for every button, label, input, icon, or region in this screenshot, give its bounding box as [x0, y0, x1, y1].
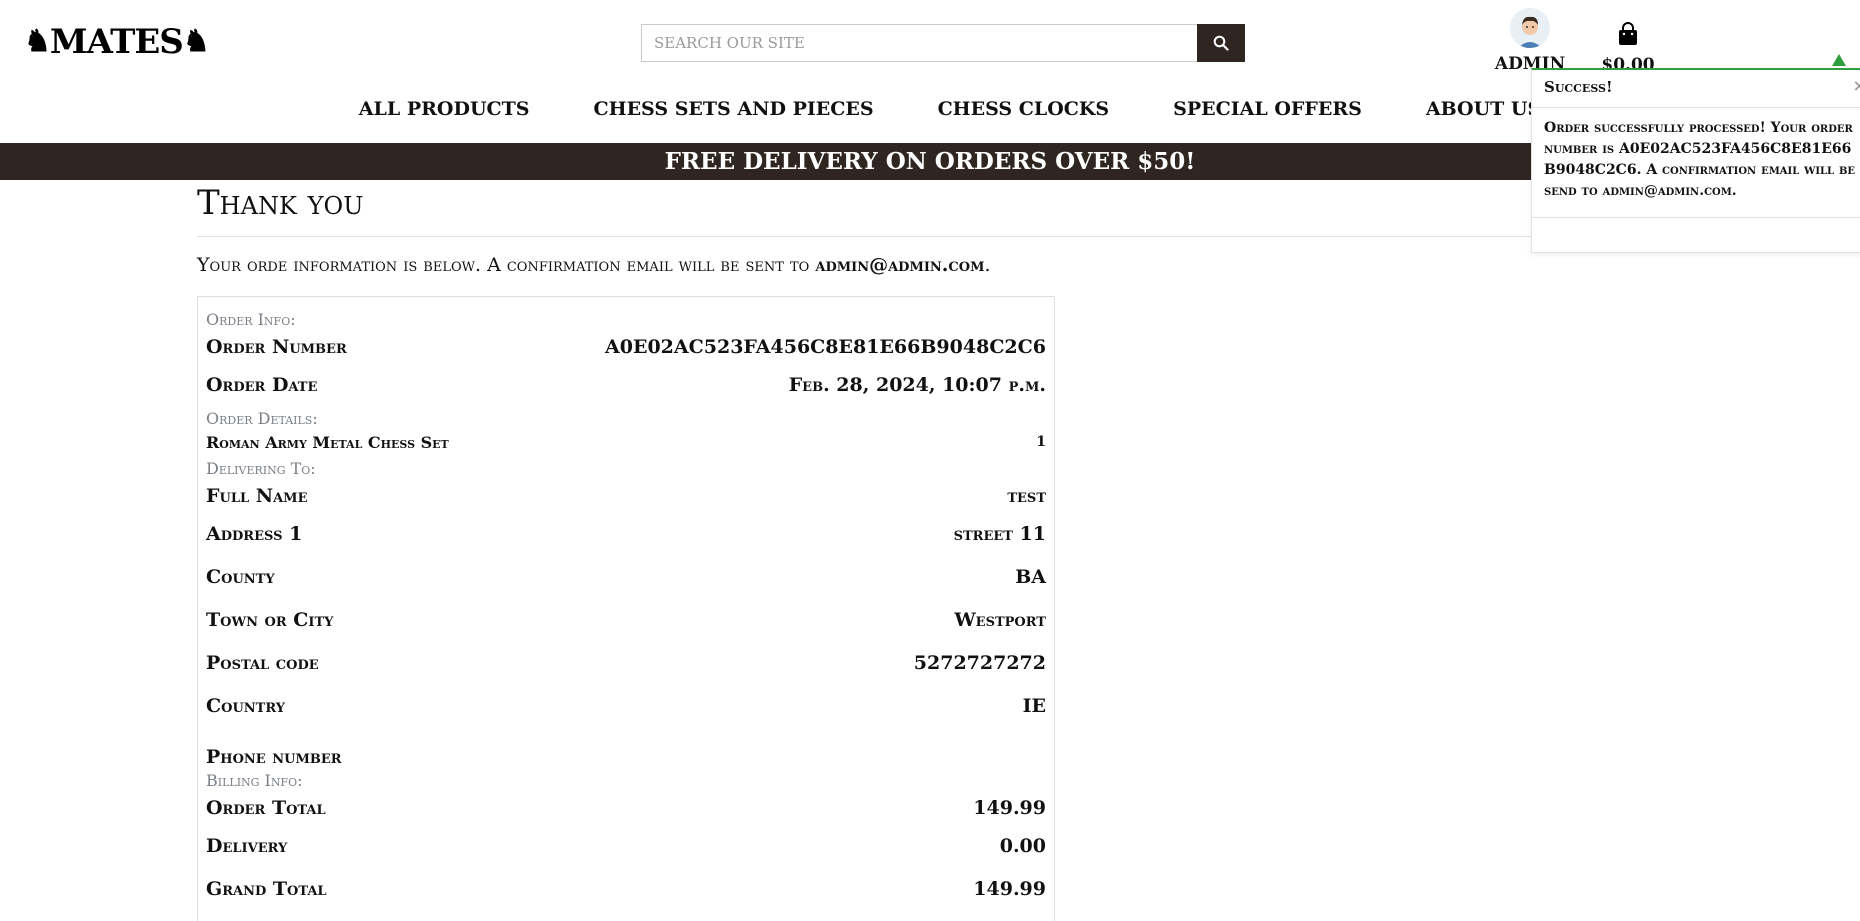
toast-header: Success! ×	[1532, 70, 1860, 108]
close-icon[interactable]: ×	[1853, 76, 1860, 95]
order-date-value: Feb. 28, 2024, 10:07 p.m.	[788, 373, 1046, 396]
order-info-label: Order Info:	[206, 310, 296, 329]
address1-label: Address 1	[206, 522, 303, 545]
phone-label: Phone number	[206, 746, 342, 768]
intro-email: admin@admin.com	[815, 254, 985, 276]
order-total-value: 149.99	[973, 797, 1046, 819]
county-label: County	[206, 565, 275, 588]
delivering-to-label: Delivering To:	[206, 459, 316, 478]
nav-all-products[interactable]: ALL PRODUCTS	[359, 98, 530, 120]
order-details-label: Order Details:	[206, 409, 318, 428]
account-menu[interactable]: ADMIN	[1494, 8, 1566, 74]
full-name-row: Full Name test	[206, 480, 1046, 512]
nav-about-us[interactable]: ABOUT US	[1426, 98, 1541, 120]
search-icon	[1213, 35, 1229, 51]
postal-code-label: Postal code	[206, 651, 319, 674]
search-input[interactable]	[641, 24, 1197, 62]
order-date-row: Order Date Feb. 28, 2024, 10:07 p.m.	[206, 363, 1046, 406]
town-row: Town or City Westport	[206, 598, 1046, 641]
postal-code-value: 5272727272	[913, 651, 1046, 674]
knight-icon: ♞	[182, 24, 210, 59]
success-toast: Success! × Order successfully processed!…	[1531, 68, 1860, 253]
site-logo[interactable]: ♞ MATES ♞	[24, 22, 210, 62]
country-value: IE	[1022, 694, 1046, 717]
billing-info-label: Billing Info:	[206, 771, 303, 790]
delivery-row: Delivery 0.00	[206, 824, 1046, 867]
logo-text: MATES	[49, 22, 184, 62]
grand-total-value: 149.99	[973, 877, 1046, 900]
delivery-value: 0.00	[999, 834, 1046, 857]
address1-value: street 11	[953, 522, 1046, 545]
town-value: Westport	[954, 608, 1046, 631]
county-value: BA	[1015, 565, 1046, 588]
order-item-row: Roman Army Metal Chess Set 1	[206, 430, 1046, 454]
order-item-name: Roman Army Metal Chess Set	[206, 432, 449, 452]
order-date-label: Order Date	[206, 373, 318, 396]
town-label: Town or City	[206, 608, 334, 631]
delivery-label: Delivery	[206, 834, 288, 857]
intro-message: Your orde information is below. A confir…	[197, 254, 810, 276]
order-summary-card: Order Info: Order Number A0E02AC523FA456…	[197, 296, 1055, 921]
order-total-label: Order Total	[206, 797, 326, 819]
avatar	[1510, 8, 1550, 48]
country-label: Country	[206, 694, 286, 717]
knight-icon: ♞	[24, 24, 51, 59]
toast-title: Success!	[1544, 78, 1613, 96]
order-item-qty: 1	[1036, 434, 1046, 450]
nav-special-offers[interactable]: SPECIAL OFFERS	[1173, 98, 1362, 120]
county-row: County BA	[206, 555, 1046, 598]
full-name-label: Full Name	[206, 485, 308, 507]
nav-chess-sets[interactable]: CHESS SETS AND PIECES	[594, 98, 874, 120]
intro-end: .	[984, 254, 991, 276]
grand-total-row: Grand Total 149.99	[206, 867, 1046, 910]
page-title: Thank you	[197, 183, 364, 223]
order-number-label: Order Number	[206, 336, 347, 358]
order-number-row: Order Number A0E02AC523FA456C8E81E66B904…	[206, 331, 1046, 363]
country-row: Country IE	[206, 684, 1046, 727]
search-button[interactable]	[1197, 24, 1245, 62]
intro-text: Your orde information is below. A confir…	[197, 254, 991, 276]
grand-total-label: Grand Total	[206, 877, 327, 900]
order-total-row: Order Total 149.99	[206, 792, 1046, 824]
shopping-bag-icon	[1619, 22, 1637, 45]
order-number-value: A0E02AC523FA456C8E81E66B9048C2C6	[605, 336, 1046, 358]
search-form	[641, 24, 1245, 62]
full-name-value: test	[1007, 485, 1046, 507]
nav-chess-clocks[interactable]: CHESS CLOCKS	[938, 98, 1110, 120]
phone-row: Phone number	[206, 727, 1046, 770]
postal-code-row: Postal code 5272727272	[206, 641, 1046, 684]
address1-row: Address 1 street 11	[206, 512, 1046, 555]
toast-arrow	[1832, 54, 1846, 66]
toast-message: Order successfully processed! Your order…	[1532, 108, 1860, 218]
